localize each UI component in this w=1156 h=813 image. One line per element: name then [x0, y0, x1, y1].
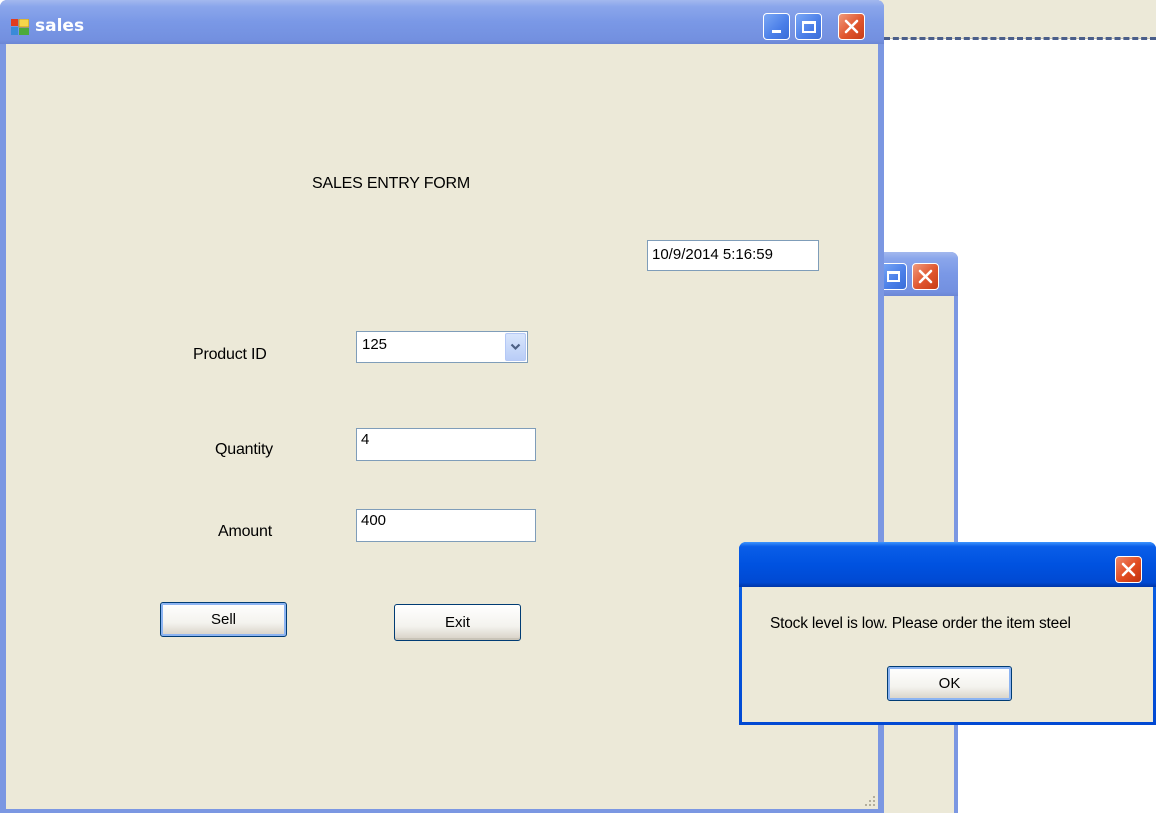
product-id-label: Product ID — [193, 346, 267, 363]
background-window-strip — [880, 0, 1156, 39]
ok-button[interactable]: OK — [887, 666, 1012, 701]
window-title: sales — [35, 16, 85, 36]
close-icon — [1121, 562, 1136, 577]
sell-button[interactable]: Sell — [160, 602, 287, 637]
datetime-field[interactable]: 10/9/2014 5:16:59 — [647, 240, 819, 271]
close-button[interactable] — [838, 13, 865, 40]
close-button[interactable] — [912, 263, 939, 290]
exit-button[interactable]: Exit — [394, 604, 521, 641]
close-icon — [844, 19, 859, 34]
minimize-icon — [772, 30, 781, 33]
message-text: Stock level is low. Please order the ite… — [770, 615, 1071, 632]
message-box: Stock level is low. Please order the ite… — [739, 542, 1156, 725]
product-id-select[interactable]: 125 — [356, 331, 528, 363]
amount-label: Amount — [218, 523, 272, 540]
resize-grip-icon — [865, 796, 875, 806]
message-box-title-bar[interactable] — [739, 542, 1156, 587]
form-heading: SALES ENTRY FORM — [312, 175, 471, 192]
chevron-down-icon — [510, 343, 521, 351]
maximize-button[interactable] — [795, 13, 822, 40]
close-icon — [918, 269, 933, 284]
maximize-icon — [801, 20, 816, 33]
quantity-label: Quantity — [215, 441, 273, 458]
product-id-value: 125 — [362, 336, 388, 353]
message-close-button[interactable] — [1115, 556, 1142, 583]
minimize-button[interactable] — [763, 13, 790, 40]
combo-dropdown-button[interactable] — [505, 333, 526, 361]
message-box-body: Stock level is low. Please order the ite… — [742, 587, 1153, 722]
background-dashed-line — [884, 37, 1156, 40]
amount-field[interactable]: 400 — [356, 509, 536, 542]
maximize-button[interactable] — [880, 263, 907, 290]
app-icon — [11, 19, 29, 35]
title-bar[interactable] — [0, 0, 884, 44]
quantity-field[interactable]: 4 — [356, 428, 536, 461]
maximize-icon — [887, 271, 900, 282]
